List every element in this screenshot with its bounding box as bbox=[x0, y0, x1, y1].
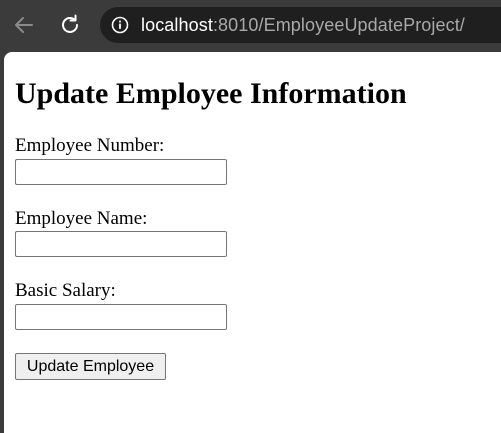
address-bar[interactable]: localhost:8010/EmployeeUpdateProject/ bbox=[100, 7, 501, 43]
reload-icon[interactable] bbox=[55, 10, 85, 40]
basic-salary-field[interactable] bbox=[15, 304, 227, 330]
url-path: :8010/EmployeeUpdateProject/ bbox=[212, 14, 465, 35]
employee-number-label: Employee Number: bbox=[15, 135, 165, 156]
basic-salary-label: Basic Salary: bbox=[15, 280, 116, 301]
employee-name-field[interactable] bbox=[15, 231, 227, 257]
employee-number-field[interactable] bbox=[15, 159, 227, 185]
page-title: Update Employee Information bbox=[15, 77, 407, 110]
url-host: localhost bbox=[141, 14, 213, 35]
url-text[interactable]: localhost:8010/EmployeeUpdateProject/ bbox=[141, 15, 465, 36]
update-employee-button[interactable]: Update Employee bbox=[15, 353, 166, 380]
info-icon[interactable] bbox=[111, 16, 129, 34]
back-arrow-icon[interactable] bbox=[9, 10, 39, 40]
page-content: Update Employee Information Employee Num… bbox=[4, 52, 501, 433]
browser-toolbar: localhost:8010/EmployeeUpdateProject/ bbox=[0, 0, 501, 52]
employee-name-label: Employee Name: bbox=[15, 208, 148, 229]
